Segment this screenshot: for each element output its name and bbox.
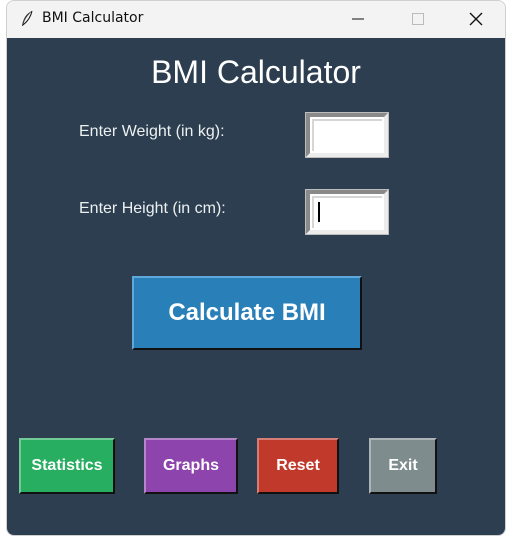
app-window: BMI Calculator BMI Calculator Enter Weig… [6,0,506,536]
reset-button[interactable]: Reset [257,438,339,494]
close-icon [469,12,483,26]
window-title: BMI Calculator [42,10,144,26]
close-button[interactable] [447,1,505,37]
minimize-icon [352,18,364,20]
main-panel: BMI Calculator Enter Weight (in kg): Ent… [7,38,505,535]
graphs-button[interactable]: Graphs [144,438,238,494]
feather-icon [19,10,35,28]
weight-input[interactable] [305,112,389,158]
minimize-button[interactable] [329,1,387,37]
height-label: Enter Height (in cm): [79,200,226,217]
text-cursor [318,202,320,222]
exit-button[interactable]: Exit [369,438,437,494]
statistics-button[interactable]: Statistics [19,438,115,494]
title-bar[interactable]: BMI Calculator [7,1,505,37]
height-input[interactable] [305,189,389,235]
maximize-icon [412,13,424,25]
weight-label: Enter Weight (in kg): [79,123,225,140]
page-title: BMI Calculator [151,54,361,90]
calculate-bmi-button[interactable]: Calculate BMI [132,276,362,350]
maximize-button[interactable] [389,1,447,37]
